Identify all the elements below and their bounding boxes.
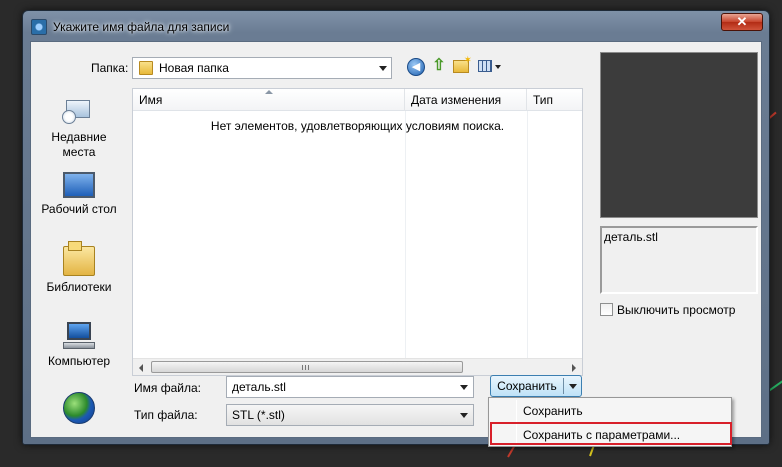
- app-icon: [31, 19, 47, 35]
- menu-item-save[interactable]: Сохранить: [491, 400, 729, 422]
- place-network[interactable]: [31, 392, 127, 428]
- scroll-right-icon[interactable]: [572, 364, 576, 372]
- recent-places-icon: [62, 96, 94, 126]
- place-label: Недавние места: [51, 130, 107, 159]
- column-divider: [405, 111, 406, 358]
- scroll-left-icon[interactable]: [139, 364, 143, 372]
- filetype-value: STL (*.stl): [232, 408, 285, 422]
- place-label: Библиотеки: [46, 280, 112, 294]
- views-dropdown-icon[interactable]: [495, 65, 501, 69]
- place-computer[interactable]: Компьютер: [31, 322, 127, 369]
- place-label: Рабочий стол: [41, 202, 117, 216]
- close-button[interactable]: ✕: [721, 13, 763, 31]
- filename-value: деталь.stl: [232, 380, 286, 394]
- disable-preview-checkbox[interactable]: [600, 303, 613, 316]
- new-folder-icon[interactable]: [453, 55, 472, 73]
- save-options-dropdown[interactable]: [564, 376, 582, 396]
- preview-image: [600, 52, 758, 218]
- folder-value: Новая папка: [159, 61, 229, 75]
- column-type[interactable]: Тип: [527, 89, 584, 111]
- place-desktop[interactable]: Рабочий стол: [31, 172, 127, 217]
- back-icon[interactable]: ◀: [407, 58, 425, 76]
- folder-combo[interactable]: Новая папка: [132, 57, 392, 79]
- place-recent[interactable]: Недавние места: [31, 96, 127, 160]
- disable-preview-label: Выключить просмотр: [617, 303, 736, 317]
- sort-ascending-icon: [265, 90, 273, 94]
- filename-label: Имя файла:: [134, 381, 201, 395]
- dialog-client-area: Папка: Новая папка ◀ ⇧ Недавние места Ра…: [30, 41, 762, 438]
- up-folder-icon[interactable]: ⇧: [430, 57, 448, 75]
- filename-input[interactable]: деталь.stl: [226, 376, 474, 398]
- save-dialog: Укажите имя файла для записи ✕ Папка: Но…: [22, 10, 770, 445]
- chevron-down-icon: [379, 66, 387, 71]
- save-split-button[interactable]: Сохранить: [490, 375, 582, 397]
- network-icon: [63, 392, 95, 424]
- filetype-select[interactable]: STL (*.stl): [226, 404, 474, 426]
- highlight-frame: [490, 422, 732, 445]
- list-header: Имя Дата изменения Тип: [133, 89, 582, 111]
- preview-file-name: деталь.stl: [604, 230, 658, 244]
- title-bar[interactable]: Укажите имя файла для записи ✕: [23, 11, 769, 41]
- computer-icon: [63, 322, 95, 350]
- chevron-down-icon: [460, 413, 468, 418]
- views-menu-icon[interactable]: [478, 60, 492, 72]
- chevron-down-icon[interactable]: [460, 385, 468, 390]
- desktop-icon: [63, 172, 95, 198]
- column-date-modified[interactable]: Дата изменения: [405, 89, 527, 111]
- save-button[interactable]: Сохранить: [491, 376, 563, 396]
- filetype-label: Тип файла:: [134, 408, 198, 422]
- horizontal-scrollbar[interactable]: [133, 358, 582, 375]
- grip-icon: [302, 365, 310, 370]
- scroll-thumb[interactable]: [151, 361, 463, 373]
- window-title: Укажите имя файла для записи: [53, 20, 230, 34]
- folder-icon: [139, 61, 153, 75]
- place-libraries[interactable]: Библиотеки: [31, 241, 127, 295]
- place-label: Компьютер: [47, 354, 111, 368]
- libraries-icon: [63, 241, 95, 276]
- preview-info: деталь.stl: [600, 226, 758, 294]
- column-divider: [527, 111, 528, 358]
- empty-message: Нет элементов, удовлетворяющих условиям …: [210, 119, 505, 133]
- folder-label: Папка:: [91, 61, 129, 75]
- file-list[interactable]: Имя Дата изменения Тип Нет элементов, уд…: [132, 88, 583, 376]
